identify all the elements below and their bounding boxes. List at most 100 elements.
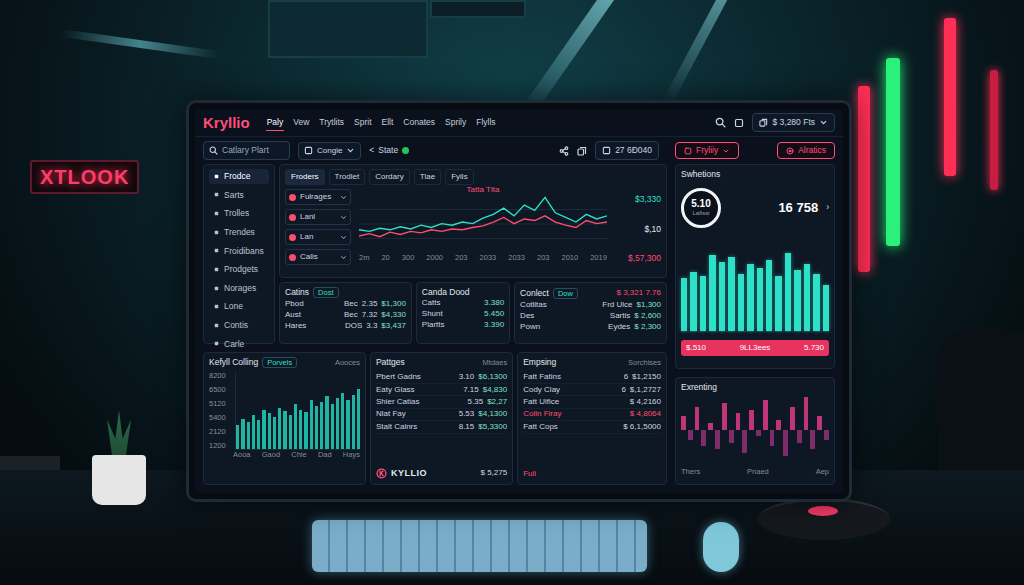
sidebar-item[interactable]: Sarts — [209, 188, 269, 203]
bar — [824, 430, 829, 440]
copy-icon[interactable] — [577, 146, 587, 156]
analytics-button[interactable]: Alratics — [777, 142, 835, 158]
menu-dropdown-button[interactable]: Fryliiy — [675, 142, 739, 158]
panel-header: Kefyll CollingPorvelsAooces — [209, 357, 360, 368]
wall-screen — [430, 0, 526, 18]
sidebar-item[interactable]: Norages — [209, 281, 269, 296]
sidebar-item[interactable]: Prodgets — [209, 262, 269, 277]
sidebar-item[interactable]: Carle — [209, 337, 269, 352]
summary-card: CatinsDostPbodBec2.35$1,300AustBec7.32$4… — [279, 282, 412, 344]
bar-lower — [770, 430, 775, 463]
list-row[interactable]: Stalt Calnrs8.15$5,3300 — [376, 421, 507, 433]
caret-icon — [340, 254, 347, 261]
state-dot — [402, 147, 409, 154]
bar — [749, 410, 754, 430]
legend-dot — [289, 214, 296, 221]
counter-box[interactable]: 27 6Ð040 — [595, 141, 659, 160]
chair — [938, 330, 1024, 585]
legend-item[interactable]: Lan — [285, 229, 351, 245]
back-icon[interactable]: < — [369, 144, 374, 157]
list-cell: Fatt Cops — [523, 422, 615, 432]
menu-item[interactable]: Ellt — [381, 114, 395, 131]
search-field[interactable] — [203, 141, 290, 160]
bar — [681, 278, 687, 330]
app-logo[interactable]: Kryllio — [203, 114, 250, 132]
activity-panel: Kefyll CollingPorvelsAooces8200650051205… — [203, 352, 366, 485]
sidebar: Frodce Sarts Trolles Trendes Froidibans Prodg… — [203, 164, 275, 344]
sidebar-item[interactable]: Lone — [209, 299, 269, 314]
bar-column — [729, 397, 734, 463]
list-row[interactable]: Eaty Glass7.15$4,830 — [376, 384, 507, 396]
panel-title: Swhetions — [681, 169, 829, 180]
settings-icon[interactable] — [734, 118, 744, 128]
menu-item[interactable]: Conates — [402, 114, 436, 131]
caret-icon — [819, 118, 828, 127]
menu-item[interactable]: Sprit — [353, 114, 372, 131]
bar — [810, 430, 815, 450]
sidebar-item[interactable]: Trendes — [209, 225, 269, 240]
chart-tab[interactable]: Trodlet — [329, 169, 366, 185]
bar-column — [722, 397, 727, 463]
chart-tab[interactable]: Froders — [285, 169, 325, 185]
bar-chart — [681, 397, 829, 463]
sidebar-item[interactable]: Trolles — [209, 206, 269, 221]
x-axis: AooaGaodChieDadHays — [209, 450, 360, 459]
bar — [742, 430, 747, 453]
list-row[interactable]: Pbert Gadns3.10$6,1300 — [376, 372, 507, 384]
toolbar-buttons: Fryliiy Alratics — [675, 142, 835, 158]
search-icon[interactable] — [715, 117, 726, 128]
ceiling-light — [662, 0, 727, 105]
mouse — [703, 522, 739, 572]
chart-tab[interactable]: Cordary — [369, 169, 409, 185]
bar-column — [817, 397, 822, 463]
bar — [695, 407, 700, 430]
state-control[interactable]: <State — [369, 144, 409, 157]
list-row[interactable]: Colin Firay$ 4,8064 — [523, 409, 661, 421]
chart-tab[interactable]: Fylls — [445, 169, 473, 185]
footer-value: $ 5,275 — [480, 467, 507, 479]
bar — [700, 276, 706, 331]
card-title: Catins — [285, 287, 309, 298]
bar-column — [736, 397, 741, 463]
reading: $,57,300 — [615, 252, 661, 265]
list-row[interactable]: Nlat Fay5.53$4,1300 — [376, 409, 507, 421]
share-icon[interactable] — [559, 146, 569, 156]
next-arrow[interactable]: › — [826, 202, 829, 213]
list-cell: $ 6,1,5000 — [623, 422, 661, 432]
menu-item[interactable]: Trytlits — [318, 114, 345, 131]
legend-item[interactable]: Lanl — [285, 209, 351, 225]
menu-item[interactable]: Flylls — [475, 114, 496, 131]
bar-column — [790, 397, 795, 463]
neon-tube — [944, 18, 956, 176]
filter-dropdown[interactable]: Congie — [298, 142, 361, 160]
list-row[interactable]: Cody Clay6$,1,2727 — [523, 384, 661, 396]
list-row[interactable]: Fatt Cops $ 6,1,5000 — [523, 421, 661, 433]
menu-item[interactable]: Vew — [292, 114, 310, 131]
menu-item[interactable]: Sprily — [444, 114, 467, 131]
chart-tab[interactable]: Tlae — [414, 169, 442, 185]
summary-card: Canda DoodCatts3.380Shunt5.450Plartts3.3… — [416, 282, 510, 344]
card-title: Canda Dood — [422, 287, 470, 298]
list-cell: 5.35 — [468, 397, 484, 407]
bar-upper — [770, 397, 775, 430]
balance-box[interactable]: $ 3,280 Fts — [752, 113, 835, 132]
bar-upper — [783, 397, 788, 430]
sidebar-item[interactable]: Contis — [209, 318, 269, 333]
app-header: Kryllio Paly Vew Trytlits Sprit Ellt Conates Sp… — [195, 109, 843, 137]
sidebar-item[interactable]: Froidibans — [209, 244, 269, 259]
item-icon — [213, 229, 220, 236]
search-input[interactable] — [222, 144, 284, 157]
sidebar-item[interactable]: Frodce — [209, 169, 269, 184]
bar — [747, 264, 753, 331]
x-tick: 20 — [381, 253, 389, 262]
legend-item[interactable]: Fulrages — [285, 189, 351, 205]
list-row[interactable]: Fatt Fatins6$1,2150 — [523, 372, 661, 384]
bar — [690, 272, 696, 331]
menu-item[interactable]: Paly — [266, 114, 285, 132]
panel-subtitle[interactable]: Porvels — [262, 357, 297, 368]
list-cell: $6,1300 — [478, 372, 507, 382]
list-row[interactable]: Shier Catias5.35$2,27 — [376, 396, 507, 408]
list-row[interactable]: Fatt Uifice$ 4,2160 — [523, 396, 661, 408]
legend-item[interactable]: Calis — [285, 249, 351, 265]
bar — [331, 404, 334, 449]
